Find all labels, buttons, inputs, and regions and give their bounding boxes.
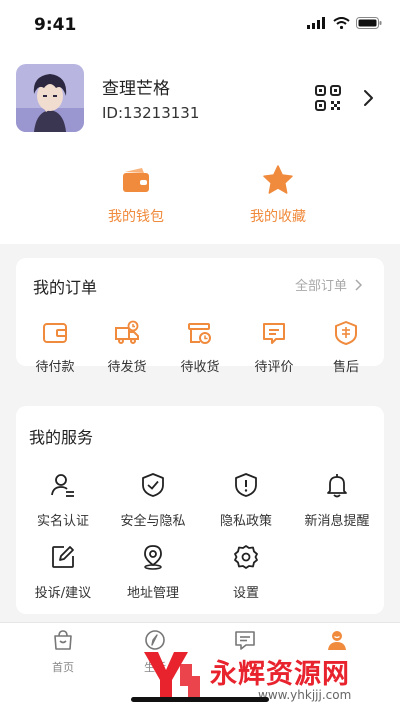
- order-pending-receipt[interactable]: 待收货: [170, 320, 230, 375]
- box-clock-icon: [188, 323, 211, 344]
- service-security-label: 安全与隐私: [120, 514, 186, 529]
- wallet-button[interactable]: 我的钱包: [76, 164, 196, 226]
- tab-home[interactable]: 首页: [28, 629, 98, 675]
- chevron-right-icon[interactable]: [362, 88, 376, 108]
- bag-icon: [54, 630, 72, 650]
- services-card: 我的服务 实名认证 安全与隐私 隐私政策 新消息提醒 投诉/建议 地址管理 设置: [16, 406, 384, 614]
- cellular-signal-icon: [307, 17, 325, 29]
- location-pin-icon: [144, 545, 162, 570]
- service-real-name[interactable]: 实名认证: [18, 472, 108, 529]
- wallet-label: 我的钱包: [108, 209, 164, 225]
- after-sale-badge-icon: [335, 321, 357, 345]
- order-pending-shipment-label: 待发货: [107, 360, 147, 375]
- truck-clock-icon: [115, 320, 139, 344]
- tab-home-label: 首页: [52, 661, 74, 674]
- edit-icon: [52, 546, 74, 568]
- watermark-brand: 永辉资源网: [210, 659, 350, 690]
- wallet-icon: [123, 168, 149, 192]
- profile-header: 9:41 查理芒格 ID:13213131 我的钱包 我的收藏: [0, 0, 400, 244]
- service-notifications[interactable]: 新消息提醒: [292, 472, 382, 529]
- order-pending-review-label: 待评价: [254, 360, 294, 375]
- service-notifications-label: 新消息提醒: [304, 514, 370, 529]
- user-verify-icon: [51, 474, 74, 497]
- profile-id: ID:13213131: [102, 104, 200, 122]
- order-pending-shipment[interactable]: 待发货: [97, 320, 157, 375]
- orders-title: 我的订单: [33, 278, 98, 297]
- view-all-orders-label: 全部订单: [294, 279, 347, 294]
- service-privacy-policy-label: 隐私政策: [219, 514, 272, 529]
- service-feedback-label: 投诉/建议: [34, 586, 92, 601]
- shield-alert-icon: [235, 473, 257, 497]
- service-real-name-label: 实名认证: [36, 514, 89, 529]
- services-title: 我的服务: [29, 428, 94, 447]
- wifi-icon: [333, 17, 350, 29]
- order-pending-payment-label: 待付款: [35, 360, 75, 375]
- star-icon: [263, 165, 293, 194]
- chevron-right-icon: [355, 278, 362, 291]
- comment-icon: [263, 323, 285, 344]
- bell-icon: [327, 474, 347, 498]
- status-time: 9:41: [34, 15, 77, 35]
- service-address[interactable]: 地址管理: [108, 544, 198, 601]
- profile-name: 查理芒格: [102, 79, 170, 99]
- service-privacy-policy[interactable]: 隐私政策: [201, 472, 291, 529]
- favorites-button[interactable]: 我的收藏: [218, 164, 338, 226]
- status-icons: [307, 17, 382, 29]
- gear-icon: [234, 545, 258, 569]
- order-pending-payment[interactable]: 待付款: [25, 320, 85, 375]
- orders-card: 我的订单 全部订单 待付款 待发货 待收货 待评价 售后: [16, 258, 384, 375]
- order-pending-review[interactable]: 待评价: [244, 320, 304, 375]
- watermark-url: www.yhkjjj.com: [258, 688, 352, 702]
- status-bar: 9:41: [0, 0, 400, 50]
- order-pending-receipt-label: 待收货: [180, 360, 220, 375]
- battery-icon: [356, 17, 382, 29]
- shield-check-icon: [142, 473, 164, 497]
- avatar[interactable]: [16, 64, 84, 132]
- home-indicator[interactable]: [131, 697, 269, 702]
- service-settings[interactable]: 设置: [201, 544, 291, 601]
- service-settings-label: 设置: [232, 586, 259, 601]
- favorites-label: 我的收藏: [250, 209, 306, 225]
- order-after-sale-label: 售后: [332, 360, 359, 375]
- order-after-sale[interactable]: 售后: [316, 320, 376, 375]
- service-security[interactable]: 安全与隐私: [108, 472, 198, 529]
- qr-code-icon[interactable]: [314, 84, 342, 112]
- view-all-orders-link[interactable]: 全部订单: [295, 275, 362, 294]
- service-feedback[interactable]: 投诉/建议: [18, 544, 108, 601]
- service-address-label: 地址管理: [126, 586, 179, 601]
- watermark-logo-icon: [144, 652, 200, 700]
- wallet-outline-icon: [43, 323, 67, 343]
